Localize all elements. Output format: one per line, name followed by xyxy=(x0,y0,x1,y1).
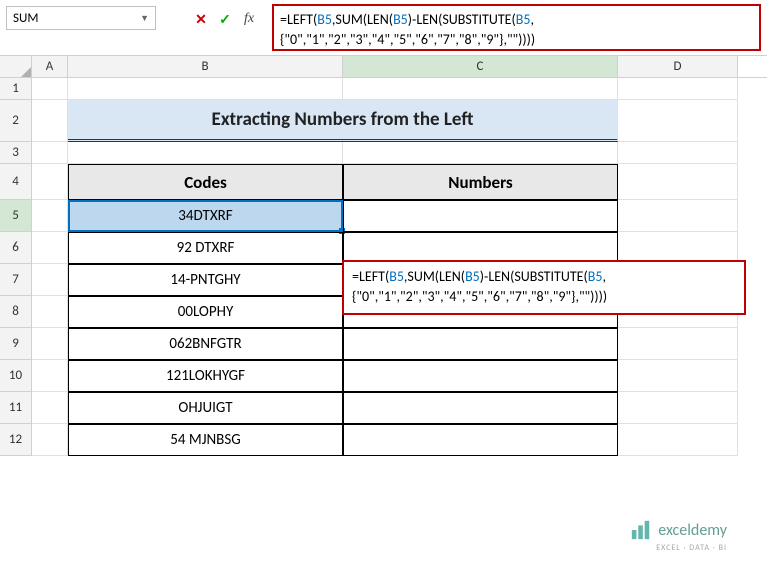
row-5: 5 34DTXRF xyxy=(0,200,767,232)
row-header[interactable]: 3 xyxy=(0,142,32,164)
formula-input[interactable]: =LEFT(B5,SUM(LEN(B5)-LEN(SUBSTITUTE(B5,{… xyxy=(272,4,761,51)
cell[interactable] xyxy=(32,328,68,360)
cell[interactable] xyxy=(618,142,738,164)
cell[interactable] xyxy=(32,232,68,264)
row-header[interactable]: 7 xyxy=(0,264,32,296)
row-header[interactable]: 11 xyxy=(0,392,32,424)
cell-edit-overlay[interactable]: =LEFT(B5,SUM(LEN(B5)-LEN(SUBSTITUTE(B5,{… xyxy=(342,260,746,315)
header-numbers[interactable]: Numbers xyxy=(343,164,618,200)
chevron-down-icon[interactable]: ▼ xyxy=(140,13,149,24)
row-header[interactable]: 1 xyxy=(0,78,32,100)
name-box-value: SUM xyxy=(13,11,140,26)
cell-C9[interactable] xyxy=(343,328,618,360)
cell-value: 34DTXRF xyxy=(178,207,232,225)
row-1: 1 xyxy=(0,78,767,100)
col-header-A[interactable]: A xyxy=(32,56,68,77)
cell-B10[interactable]: 121LOKHYGF xyxy=(68,360,343,392)
row-4: 4 Codes Numbers xyxy=(0,164,767,200)
cell-B7[interactable]: 14-PNTGHY xyxy=(68,264,343,296)
cell-B8[interactable]: 00LOPHY xyxy=(68,296,343,328)
cell[interactable] xyxy=(343,142,618,164)
fx-icon[interactable]: fx xyxy=(238,8,260,30)
watermark: exceldemy EXCEL · DATA · BI xyxy=(630,519,727,541)
cell[interactable] xyxy=(32,296,68,328)
exceldemy-logo-icon xyxy=(630,519,652,541)
cell-C12[interactable] xyxy=(343,424,618,456)
cell[interactable] xyxy=(618,392,738,424)
row-3: 3 xyxy=(0,142,767,164)
cell[interactable] xyxy=(618,424,738,456)
cell-C11[interactable] xyxy=(343,392,618,424)
cell-C5[interactable] xyxy=(343,200,618,232)
cell[interactable] xyxy=(618,164,738,200)
row-header[interactable]: 6 xyxy=(0,232,32,264)
row-header[interactable]: 4 xyxy=(0,164,32,200)
cell[interactable] xyxy=(32,100,68,142)
cell[interactable] xyxy=(32,142,68,164)
name-box[interactable]: SUM ▼ xyxy=(6,6,156,30)
cell[interactable] xyxy=(32,360,68,392)
row-11: 11 OHJUIGT xyxy=(0,392,767,424)
cell[interactable] xyxy=(68,142,343,164)
cell-B5[interactable]: 34DTXRF xyxy=(68,200,343,232)
cell-B6[interactable]: 92 DTXRF xyxy=(68,232,343,264)
row-header[interactable]: 2 xyxy=(0,100,32,142)
row-header[interactable]: 8 xyxy=(0,296,32,328)
cell[interactable] xyxy=(32,424,68,456)
header-codes[interactable]: Codes xyxy=(68,164,343,200)
cell[interactable] xyxy=(618,78,738,100)
cell-C10[interactable] xyxy=(343,360,618,392)
row-header[interactable]: 12 xyxy=(0,424,32,456)
cell[interactable] xyxy=(618,360,738,392)
cell-B12[interactable]: 54 MJNBSG xyxy=(68,424,343,456)
cell[interactable] xyxy=(32,264,68,296)
cell[interactable] xyxy=(32,392,68,424)
cell-B11[interactable]: OHJUIGT xyxy=(68,392,343,424)
cell[interactable] xyxy=(343,78,618,100)
row-2: 2 Extracting Numbers from the Left xyxy=(0,100,767,142)
cell[interactable] xyxy=(618,328,738,360)
row-header[interactable]: 10 xyxy=(0,360,32,392)
formula-edit-text: =LEFT(B5,SUM(LEN(B5)-LEN(SUBSTITUTE(B5,{… xyxy=(352,268,607,305)
row-9: 9 062BNFGTR xyxy=(0,328,767,360)
spreadsheet-grid[interactable]: A B C D 1 2 Extracting Numbers from the … xyxy=(0,56,767,456)
cell[interactable] xyxy=(68,78,343,100)
col-header-D[interactable]: D xyxy=(618,56,738,77)
row-header[interactable]: 9 xyxy=(0,328,32,360)
cell[interactable] xyxy=(32,200,68,232)
watermark-brand: exceldemy xyxy=(658,521,727,540)
row-10: 10 121LOKHYGF xyxy=(0,360,767,392)
cancel-icon[interactable]: ✕ xyxy=(190,8,212,30)
cell[interactable] xyxy=(618,100,738,142)
row-12: 12 54 MJNBSG xyxy=(0,424,767,456)
column-headers: A B C D xyxy=(0,56,767,78)
title-cell[interactable]: Extracting Numbers from the Left xyxy=(68,100,618,142)
select-all-corner[interactable] xyxy=(0,56,32,77)
enter-icon[interactable]: ✓ xyxy=(214,8,236,30)
row-header[interactable]: 5 xyxy=(0,200,32,232)
cell-B9[interactable]: 062BNFGTR xyxy=(68,328,343,360)
col-header-B[interactable]: B xyxy=(68,56,343,77)
cell[interactable] xyxy=(32,78,68,100)
formula-bar: SUM ▼ ✕ ✓ fx =LEFT(B5,SUM(LEN(B5)-LEN(SU… xyxy=(0,0,767,56)
formula-bar-buttons: ✕ ✓ fx xyxy=(190,4,260,51)
col-header-C[interactable]: C xyxy=(343,56,618,77)
cell[interactable] xyxy=(32,164,68,200)
formula-text: =LEFT(B5,SUM(LEN(B5)-LEN(SUBSTITUTE(B5,{… xyxy=(280,11,535,48)
cell[interactable] xyxy=(618,200,738,232)
watermark-tagline: EXCEL · DATA · BI xyxy=(656,543,727,553)
